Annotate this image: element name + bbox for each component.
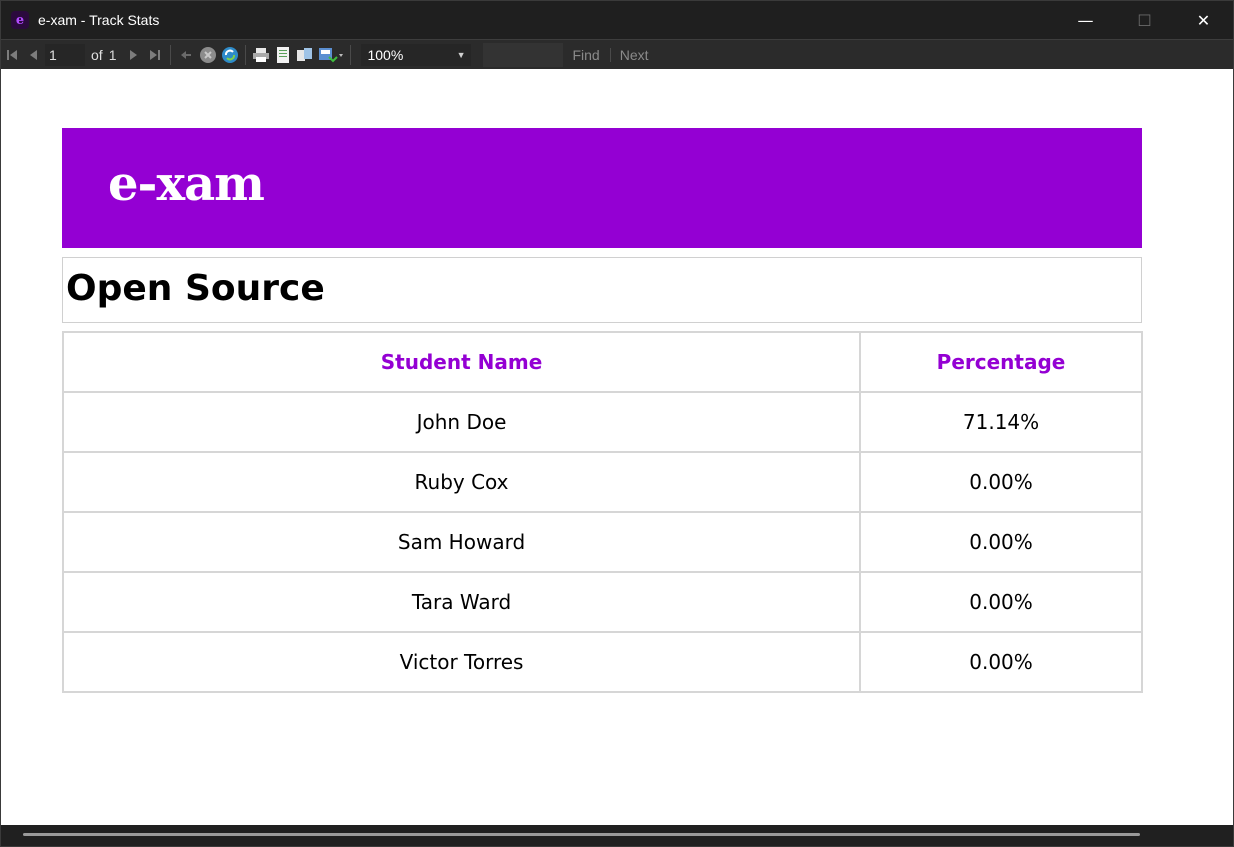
percentage-cell: 71.14% xyxy=(859,391,1143,453)
report-title: Open Source xyxy=(66,268,325,309)
chevron-down-icon: ▼ xyxy=(456,49,466,60)
maximize-button[interactable]: ☐ xyxy=(1115,1,1174,39)
report-canvas: e-xam Open Source Student Name Percentag… xyxy=(1,69,1233,825)
report-toolbar: of 1 100% ▼ xyxy=(1,39,1233,70)
next-page-icon[interactable] xyxy=(122,44,144,66)
find-next-link[interactable]: Next xyxy=(620,47,649,63)
student-name-cell: John Doe xyxy=(61,391,862,453)
brand-banner: e-xam xyxy=(62,128,1142,248)
percentage-cell: 0.00% xyxy=(859,451,1143,513)
table-row: Tara Ward 0.00% xyxy=(61,571,1143,633)
percentage-cell: 0.00% xyxy=(859,571,1143,633)
student-name-cell: Ruby Cox xyxy=(61,451,862,513)
table-header-row: Student Name Percentage xyxy=(61,331,1143,393)
toolbar-separator xyxy=(245,44,247,65)
column-header-student-name: Student Name xyxy=(61,331,862,393)
page-total: 1 xyxy=(108,46,117,63)
zoom-value: 100% xyxy=(367,46,404,63)
scrollbar-thumb[interactable] xyxy=(23,833,1140,836)
table-row: Victor Torres 0.00% xyxy=(61,631,1143,693)
brand-logo: e-xam xyxy=(108,156,265,212)
first-page-icon[interactable] xyxy=(1,44,23,66)
last-page-icon[interactable] xyxy=(144,44,166,66)
stats-table: Student Name Percentage John Doe 71.14% … xyxy=(61,331,1143,693)
horizontal-scrollbar[interactable] xyxy=(1,825,1233,846)
page-of-label: of xyxy=(91,46,103,63)
app-icon: e xyxy=(11,11,29,29)
window-controls: — ☐ ✕ xyxy=(1056,1,1233,39)
student-name-cell: Tara Ward xyxy=(61,571,862,633)
report-title-box: Open Source xyxy=(62,257,1142,323)
table-row: Sam Howard 0.00% xyxy=(61,511,1143,573)
toolbar-separator xyxy=(609,47,611,62)
window-title: e-xam - Track Stats xyxy=(38,12,160,28)
refresh-icon[interactable] xyxy=(219,44,241,66)
minimize-button[interactable]: — xyxy=(1056,1,1115,39)
page-setup-icon[interactable] xyxy=(294,44,316,66)
page-number-input[interactable] xyxy=(45,43,85,66)
percentage-cell: 0.00% xyxy=(859,511,1143,573)
student-name-cell: Sam Howard xyxy=(61,511,862,573)
export-icon[interactable] xyxy=(316,44,346,66)
zoom-select[interactable]: 100% ▼ xyxy=(361,43,472,66)
title-bar: e e-xam - Track Stats — ☐ ✕ xyxy=(1,1,1233,39)
toolbar-separator xyxy=(170,44,172,65)
table-row: Ruby Cox 0.00% xyxy=(61,451,1143,513)
find-link[interactable]: Find xyxy=(572,47,599,63)
print-layout-icon[interactable] xyxy=(272,44,294,66)
find-input[interactable] xyxy=(483,42,564,67)
toolbar-separator xyxy=(350,44,352,65)
report-viewer-window: e e-xam - Track Stats — ☐ ✕ of 1 xyxy=(0,0,1234,847)
back-icon[interactable] xyxy=(175,44,197,66)
column-header-percentage: Percentage xyxy=(859,331,1143,393)
print-icon[interactable] xyxy=(250,44,272,66)
student-name-cell: Victor Torres xyxy=(61,631,862,693)
stop-icon[interactable] xyxy=(197,44,219,66)
table-row: John Doe 71.14% xyxy=(61,391,1143,453)
previous-page-icon[interactable] xyxy=(23,44,45,66)
close-button[interactable]: ✕ xyxy=(1174,1,1233,39)
percentage-cell: 0.00% xyxy=(859,631,1143,693)
